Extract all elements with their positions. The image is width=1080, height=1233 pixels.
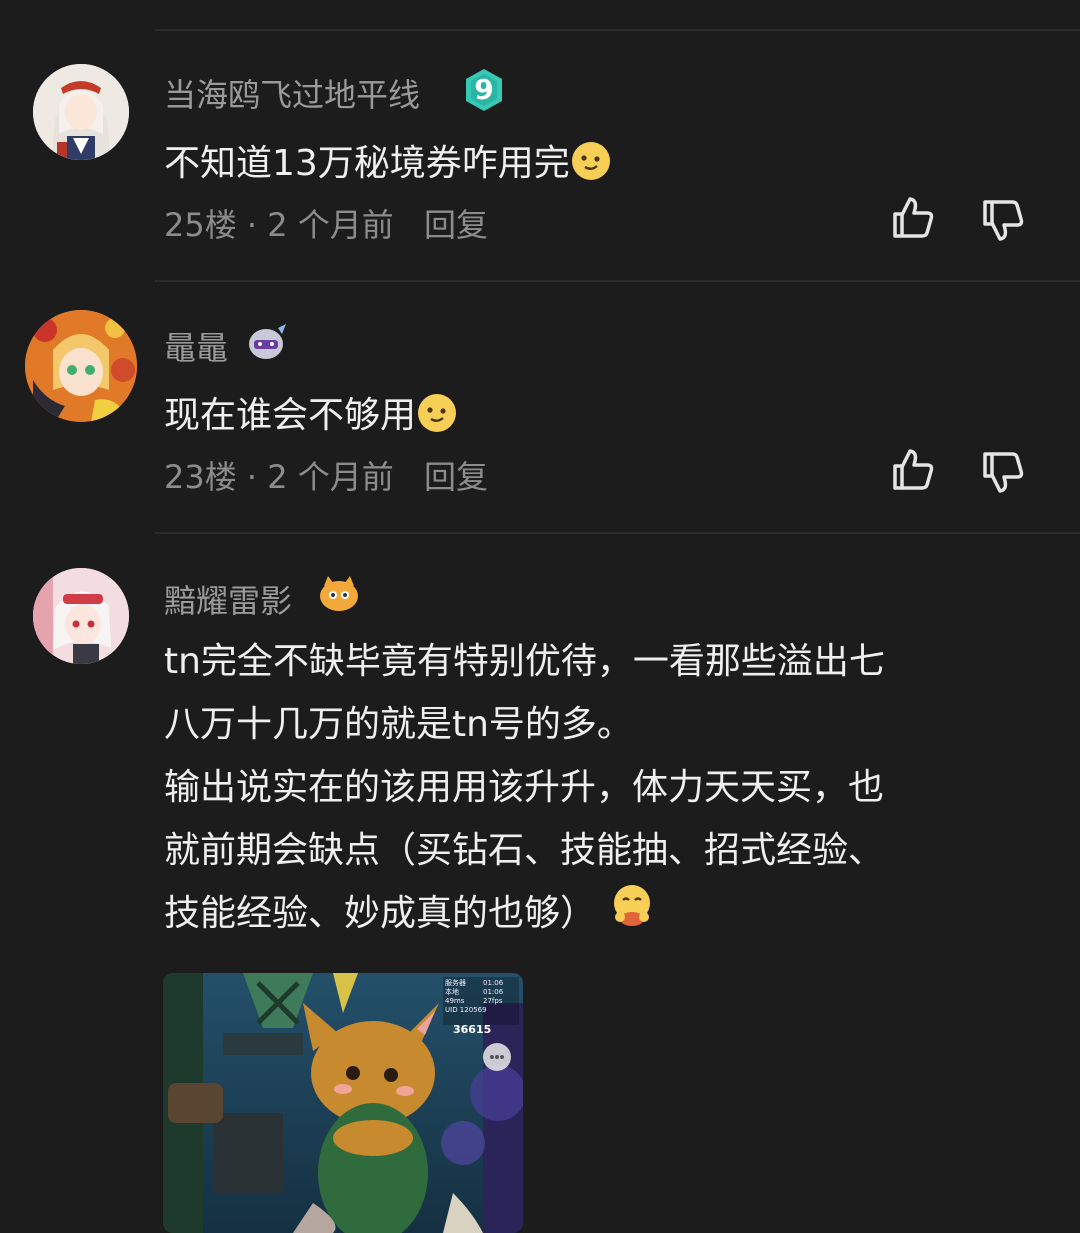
comment-line: tn完全不缺毕竟有特别优待，一看那些溢出七	[164, 641, 885, 682]
comment-text: tn完全不缺毕竟有特别优待，一看那些溢出七 八万十几万的就是tn号的多。 输出说…	[164, 630, 1044, 947]
username[interactable]: 黯耀雷影	[164, 576, 292, 622]
comment-text: 现在谁会不够用	[164, 386, 458, 443]
divider	[155, 280, 1080, 282]
avatar[interactable]	[33, 568, 129, 664]
thumbs-up-icon[interactable]	[889, 446, 937, 494]
comment-line-last: 技能经验、妙成真的也够）	[164, 882, 1044, 947]
comment-meta: 23楼 · 2 个月前 回复	[164, 452, 488, 498]
floor-number: 23楼	[164, 458, 237, 496]
status-label: 服务器	[445, 979, 466, 987]
reply-button[interactable]: 回复	[424, 206, 488, 244]
orange-cat-badge-icon	[318, 574, 360, 614]
smile-emoji-icon	[570, 140, 612, 191]
divider	[155, 29, 1080, 31]
smile-emoji-icon	[416, 392, 458, 443]
status-time: 01:06	[483, 979, 504, 987]
avatar[interactable]	[33, 64, 129, 160]
timestamp: 2 个月前	[267, 206, 394, 244]
thumbs-down-icon[interactable]	[979, 448, 1027, 496]
comment-text-content: 现在谁会不够用	[164, 395, 417, 436]
status-label: UID 120569	[445, 1006, 487, 1014]
meta-separator: ·	[246, 458, 258, 496]
username[interactable]: 当海鸥飞过地平线	[164, 70, 420, 116]
status-overlay: 服务器 本地 49ms UID 120569	[445, 979, 487, 1015]
comment-line: 技能经验、妙成真的也够）	[164, 893, 597, 934]
comment-line: 输出说实在的该用用该升升，体力天天买，也	[164, 767, 885, 808]
avatar[interactable]	[25, 310, 137, 422]
attached-game-screenshot[interactable]: 服务器 本地 49ms UID 120569 01:06 01:06 27fps…	[163, 973, 523, 1233]
status-time: 27fps	[483, 997, 503, 1005]
level-badge: 9	[464, 68, 504, 112]
comment-line: 八万十几万的就是tn号的多。	[164, 704, 633, 745]
level-number: 9	[474, 73, 494, 106]
status-time: 01:06	[483, 988, 504, 996]
thumbs-up-icon[interactable]	[889, 194, 937, 242]
meta-separator: ·	[246, 206, 258, 244]
thumbs-down-icon[interactable]	[979, 196, 1027, 244]
knight-helmet-badge-icon	[246, 322, 288, 362]
status-times: 01:06 01:06 27fps	[483, 979, 503, 1006]
comment-text: 不知道13万秘境券咋用完	[164, 134, 612, 191]
hug-emoji-icon	[610, 883, 654, 947]
status-label: 49ms	[445, 997, 465, 1005]
floor-number: 25楼	[164, 206, 237, 244]
divider	[155, 532, 1080, 534]
username[interactable]: 鼂鼂	[164, 323, 228, 369]
comment-text-content: 不知道13万秘境券咋用完	[164, 143, 570, 184]
reply-button[interactable]: 回复	[424, 458, 488, 496]
score-counter: 36615	[453, 1023, 492, 1036]
status-label: 本地	[445, 988, 459, 996]
timestamp: 2 个月前	[267, 458, 394, 496]
comment-line: 就前期会缺点（买钻石、技能抽、招式经验、	[164, 830, 885, 871]
comment-meta: 25楼 · 2 个月前 回复	[164, 200, 488, 246]
